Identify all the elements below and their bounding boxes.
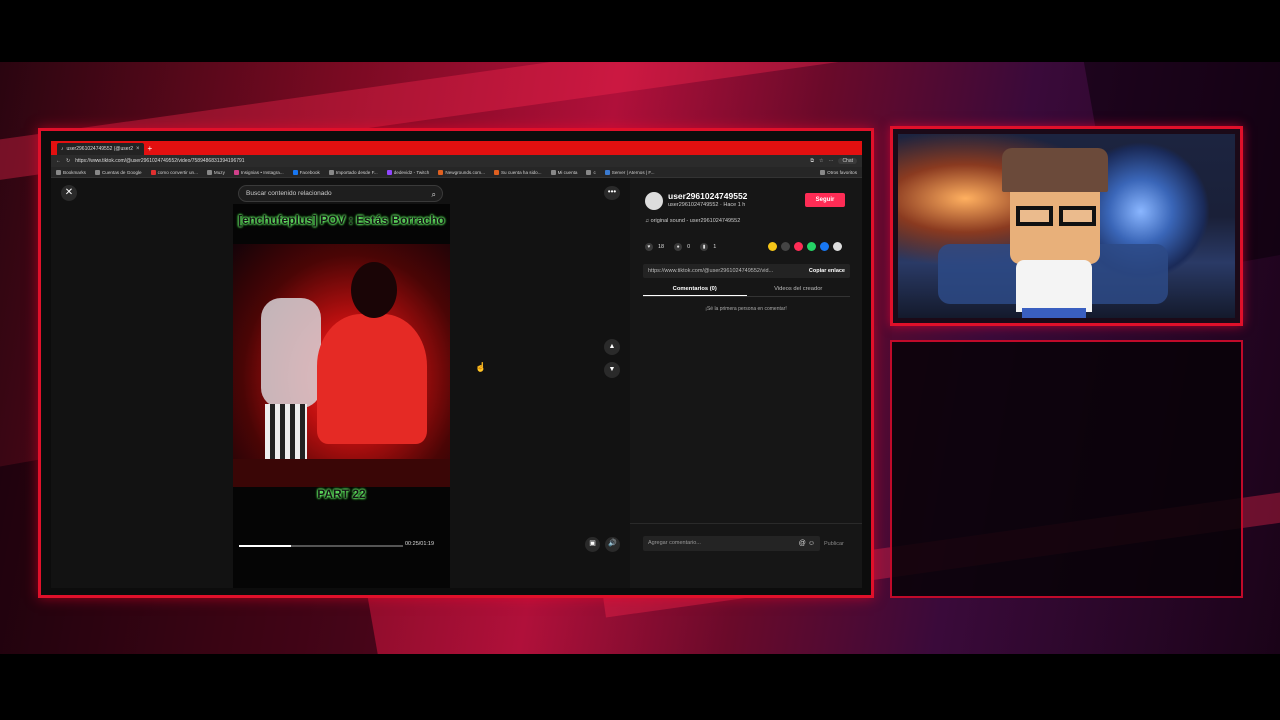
tab-bar: ♪ user2961024749552 (@user2 × + bbox=[51, 141, 862, 155]
user-subtitle: user2961024749552 · Hace 1 h bbox=[668, 202, 746, 208]
bookmark-item[interactable]: Server | Aternos | F... bbox=[604, 169, 655, 175]
comment-button[interactable]: ● 0 bbox=[674, 243, 690, 251]
floating-player-button[interactable]: ▣ bbox=[585, 537, 600, 552]
like-button[interactable]: ♥ 18 bbox=[645, 243, 664, 251]
search-icon[interactable]: ⌕ bbox=[432, 187, 436, 202]
bookmark-item[interactable]: dedevid2 - Twitch bbox=[386, 169, 429, 175]
comments-tabs: Comentarios (0) Videos del creador bbox=[643, 282, 850, 297]
heart-icon: ♥ bbox=[645, 243, 653, 251]
search-placeholder: Buscar contenido relacionado bbox=[246, 190, 332, 197]
browser-capture-frame: ♪ user2961024749552 (@user2 × + ← ↻ http… bbox=[38, 128, 874, 598]
video-link-text: https://www.tiktok.com/@user296102474955… bbox=[648, 268, 774, 274]
save-button[interactable]: ▮ 1 bbox=[700, 243, 716, 251]
favorites-icon[interactable]: ☆ bbox=[819, 158, 823, 164]
video-caption-title: [enchufeplus] POV : Estás Borracho bbox=[238, 213, 445, 227]
share-option-icon[interactable] bbox=[794, 242, 803, 251]
bookmark-item[interactable]: Bookmarks bbox=[56, 169, 86, 175]
share-option-icon[interactable] bbox=[833, 242, 842, 251]
copilot-chat-button[interactable]: Chat bbox=[838, 158, 857, 164]
bookmark-item[interactable]: Cuentas de Google bbox=[94, 169, 142, 175]
pixel-art-room-image bbox=[898, 134, 1235, 318]
avatar[interactable] bbox=[645, 192, 663, 210]
mouse-cursor-icon: ☝ bbox=[475, 362, 487, 372]
tiktok-page: ✕ Buscar contenido relacionado ⌕ ••• [en… bbox=[51, 178, 862, 588]
tab-title: user2961024749552 (@user2 bbox=[66, 146, 134, 152]
comment-placeholder: Agregar comentario... bbox=[648, 540, 701, 546]
bookmark-item[interactable]: Su cuenta ha sido... bbox=[493, 169, 542, 175]
tiktok-icon: ♪ bbox=[61, 146, 64, 152]
share-option-icon[interactable] bbox=[807, 242, 816, 251]
video-time: 00:25/01:19 bbox=[405, 541, 435, 547]
video-progress-bar[interactable] bbox=[239, 545, 403, 547]
reload-icon[interactable]: ↻ bbox=[66, 158, 70, 164]
comment-bar: Agregar comentario... @ ☺ Publicar bbox=[630, 523, 862, 588]
bookmark-item[interactable]: Mi cuenta bbox=[550, 169, 577, 175]
video-details-panel: user2961024749552 user2961024749552 · Ha… bbox=[630, 178, 862, 588]
bookmark-item[interactable]: c bbox=[586, 169, 596, 175]
address-bar: ← ↻ https://www.tiktok.com/@user29610247… bbox=[51, 155, 862, 167]
share-option-icon[interactable] bbox=[820, 242, 829, 251]
browser-window: ♪ user2961024749552 (@user2 × + ← ↻ http… bbox=[51, 141, 862, 588]
bookmark-icon: ▮ bbox=[700, 243, 709, 251]
tab-comments[interactable]: Comentarios (0) bbox=[643, 282, 747, 296]
video-caption-part: PART 22 bbox=[317, 487, 366, 501]
share-icons bbox=[768, 242, 842, 251]
username[interactable]: user2961024749552 bbox=[668, 191, 747, 201]
mention-emoji-icons[interactable]: @ ☺ bbox=[799, 536, 815, 551]
share-option-icon[interactable] bbox=[768, 242, 777, 251]
webcam-avatar-box bbox=[890, 126, 1243, 326]
settings-icon[interactable]: ⋯ bbox=[828, 158, 833, 164]
video-player[interactable]: [enchufeplus] POV : Estás Borracho PART … bbox=[233, 204, 450, 588]
url-field[interactable]: https://www.tiktok.com/@user296102474955… bbox=[75, 158, 805, 164]
related-search-input[interactable]: Buscar contenido relacionado ⌕ bbox=[238, 185, 443, 202]
previous-video-button[interactable]: ▲ bbox=[604, 339, 620, 355]
bookmark-item[interactable]: Newgrounds.com... bbox=[438, 169, 485, 175]
bookmark-item[interactable]: Facebook bbox=[292, 169, 320, 175]
video-frame bbox=[233, 244, 450, 487]
bookmark-item[interactable]: Muzy bbox=[206, 169, 225, 175]
copy-link-button[interactable]: Copiar enlace bbox=[809, 264, 845, 278]
back-icon[interactable]: ← bbox=[56, 158, 61, 164]
next-video-button[interactable]: ▼ bbox=[604, 362, 620, 378]
follow-button[interactable]: Seguir bbox=[805, 193, 845, 207]
close-tab-icon[interactable]: × bbox=[136, 146, 140, 152]
video-link-field[interactable]: https://www.tiktok.com/@user296102474955… bbox=[643, 264, 850, 278]
browser-tab[interactable]: ♪ user2961024749552 (@user2 × bbox=[57, 143, 144, 155]
new-tab-icon[interactable]: + bbox=[148, 144, 153, 153]
close-video-button[interactable]: ✕ bbox=[61, 185, 77, 201]
bookmark-item[interactable]: Insignias • Instagra... bbox=[233, 169, 284, 175]
bookmark-item[interactable]: Importado desde F... bbox=[328, 169, 378, 175]
sound-link[interactable]: ♫ original sound - user2961024749552 bbox=[645, 218, 740, 224]
share-option-icon[interactable] bbox=[781, 242, 790, 251]
stats-row: ♥ 18 ● 0 ▮ 1 bbox=[645, 243, 716, 251]
extensions-icon[interactable]: ⧉ bbox=[810, 158, 814, 164]
empty-overlay-panel bbox=[890, 340, 1243, 598]
comment-input[interactable]: Agregar comentario... @ ☺ bbox=[643, 536, 820, 551]
volume-button[interactable]: 🔊 bbox=[605, 537, 620, 552]
other-favorites[interactable]: Otros favoritos bbox=[820, 169, 857, 175]
tab-creator-videos[interactable]: Videos del creador bbox=[747, 282, 851, 296]
publish-button[interactable]: Publicar bbox=[824, 541, 844, 547]
bookmarks-bar: Bookmarks Cuentas de Google como convert… bbox=[51, 167, 862, 178]
more-options-button[interactable]: ••• bbox=[604, 186, 620, 200]
comment-icon: ● bbox=[674, 243, 683, 251]
no-comments-message: ¡Sé la primera persona en comentar! bbox=[705, 306, 787, 312]
bookmark-item[interactable]: como convertir un... bbox=[150, 169, 198, 175]
